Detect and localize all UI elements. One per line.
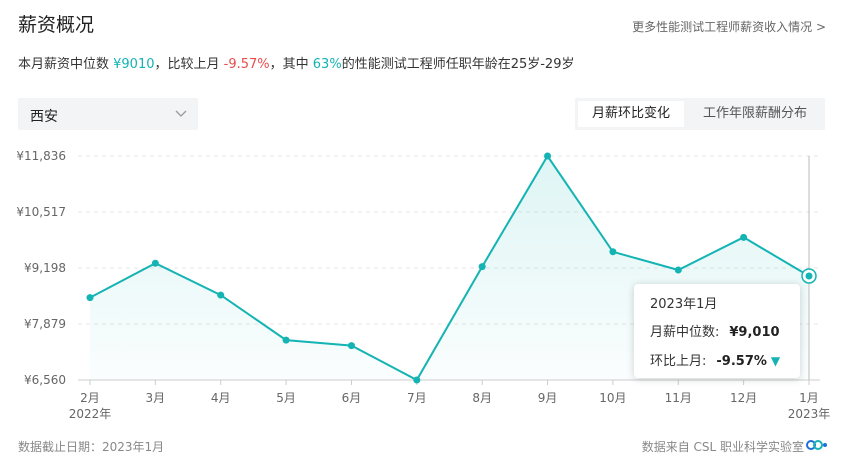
y-tick-label: ¥10,517 [16, 205, 66, 219]
tooltip-title: 2023年1月 [650, 297, 718, 312]
chart-tabs: 月薪环比变化 工作年限薪酬分布 [575, 98, 825, 130]
x-tick-label: 5月 [276, 391, 296, 405]
data-point[interactable] [674, 266, 682, 274]
summary-percent: 63% [312, 57, 342, 72]
x-tick-label: 11月 [665, 391, 692, 405]
city-select[interactable]: 西安 [18, 98, 198, 130]
data-point[interactable] [413, 376, 421, 384]
tooltip-median-value: ¥9,010 [729, 325, 780, 340]
summary-change: -9.57% [223, 57, 270, 72]
summary-median: ¥9010 [113, 57, 155, 72]
more-salary-link[interactable]: 更多性能测试工程师薪资收入情况 > [632, 18, 826, 35]
data-point[interactable] [478, 263, 486, 271]
data-point[interactable] [740, 233, 748, 241]
tooltip-change-label: 环比上月: [650, 354, 707, 369]
x-tick-label: 9月 [538, 391, 558, 405]
y-tick-label: ¥11,836 [16, 149, 66, 163]
data-point[interactable] [86, 294, 94, 302]
tooltip-change-row: 环比上月: -9.57% ▼ [650, 350, 780, 369]
triangle-down-icon: ▼ [770, 354, 781, 368]
data-point[interactable] [151, 259, 159, 267]
x-tick-label: 7月 [407, 391, 427, 405]
data-point[interactable] [217, 291, 225, 299]
summary-text-3: ，其中 [269, 57, 313, 72]
data-cutoff-date: 数据截止日期：2023年1月 [18, 440, 165, 454]
summary-text-1: 本月薪资中位数 [18, 57, 114, 72]
tooltip-median-label: 月薪中位数: [650, 325, 720, 340]
chart-tooltip: 2023年1月 月薪中位数: ¥9,010 环比上月: -9.57% ▼ [634, 284, 800, 378]
tab-experience-distribution[interactable]: 工作年限薪酬分布 [687, 101, 823, 127]
x-tick-label: 8月 [472, 391, 492, 405]
page-title: 薪资概况 [18, 14, 95, 36]
salary-summary: 本月薪资中位数 ¥9010，比较上月 -9.57%，其中 63%的性能测试工程师… [18, 53, 574, 72]
data-point[interactable] [609, 248, 617, 256]
x-tick-label: 1月 [799, 391, 819, 405]
x-tick-label: 4月 [211, 391, 231, 405]
x-tick-label: 3月 [146, 391, 166, 405]
tooltip-change-value: -9.57% [716, 354, 767, 369]
summary-text-4: 的性能测试工程师任职年龄在25岁-29岁 [341, 57, 575, 72]
chevron-down-icon [175, 110, 187, 117]
tab-monthly-change[interactable]: 月薪环比变化 [578, 101, 684, 127]
data-point[interactable] [347, 342, 355, 350]
y-tick-label: ¥6,560 [24, 373, 66, 387]
data-source: 数据来自 CSL 职业科学实验室 [641, 440, 804, 454]
city-select-value: 西安 [30, 109, 58, 125]
data-point[interactable] [282, 336, 290, 344]
x-tick-label: 6月 [342, 391, 362, 405]
csl-logo-icon [806, 440, 827, 450]
y-tick-label: ¥9,198 [24, 261, 66, 275]
x-tick-label: 10月 [599, 391, 626, 405]
summary-text-2: ，比较上月 [154, 57, 224, 72]
data-point[interactable] [805, 272, 813, 280]
y-tick-label: ¥7,879 [24, 317, 66, 331]
x-tick-label: 2月 [80, 391, 100, 405]
x-tick-label: 12月 [730, 391, 757, 405]
x-year-label: 2022年 [69, 407, 112, 421]
data-point[interactable] [544, 152, 552, 160]
tooltip-median-row: 月薪中位数: ¥9,010 [650, 321, 780, 340]
x-year-label: 2023年 [788, 407, 831, 421]
